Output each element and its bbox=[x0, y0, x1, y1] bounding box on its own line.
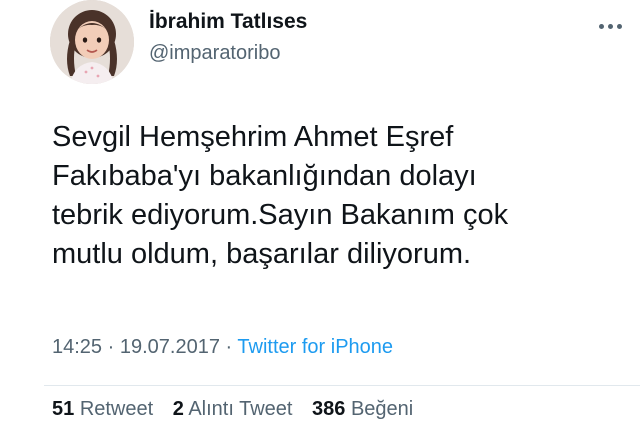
retweet-label: Retweet bbox=[79, 398, 154, 420]
more-options-icon[interactable] bbox=[592, 14, 628, 38]
tweet-text-line: Fakıbaba'yı bakanlığından dolayı bbox=[52, 160, 477, 192]
display-name[interactable]: İbrahim Tatlıses bbox=[149, 10, 307, 34]
tweet-text-line: mutlu oldum, başarılar diliyorum. bbox=[52, 238, 472, 270]
meta-separator: · bbox=[107, 336, 115, 358]
tweet-text-line: Sevgil Hemşehrim Ahmet Eşref bbox=[52, 121, 454, 153]
like-label: Beğeni bbox=[350, 398, 414, 420]
divider bbox=[44, 385, 640, 386]
more-dot bbox=[607, 23, 613, 29]
tweet-date[interactable]: 19.07.2017 bbox=[120, 336, 220, 358]
meta-separator: · bbox=[225, 336, 233, 358]
like-number: 386 bbox=[312, 398, 346, 420]
tweet-source-link[interactable]: Twitter for iPhone bbox=[237, 336, 393, 358]
tweet-text: Sevgil Hemşehrim Ahmet Eşref Fakıbaba'yı… bbox=[52, 118, 612, 274]
tweet-card: İbrahim Tatlıses @imparatoribo Sevgil He… bbox=[0, 0, 640, 420]
tweet-time[interactable]: 14:25 bbox=[52, 336, 102, 358]
quote-number: 2 bbox=[172, 398, 184, 420]
user-handle[interactable]: @imparatoribo bbox=[149, 42, 280, 65]
tweet-stats: 51 Retweet 2 Alıntı Tweet 386 Beğeni bbox=[52, 398, 427, 421]
like-count[interactable]: 386 Beğeni bbox=[312, 398, 413, 420]
more-dot bbox=[598, 23, 604, 29]
quote-tweet-count[interactable]: 2 Alıntı Tweet bbox=[173, 398, 293, 420]
avatar[interactable] bbox=[50, 0, 134, 84]
quote-label: Alıntı Tweet bbox=[188, 398, 293, 420]
tweet-meta: 14:25 · 19.07.2017 · Twitter for iPhone bbox=[52, 336, 393, 359]
more-dot bbox=[616, 23, 622, 29]
retweet-number: 51 bbox=[52, 398, 75, 420]
tweet-text-line: tebrik ediyorum.Sayın Bakanım çok bbox=[52, 199, 509, 231]
avatar-photo bbox=[50, 0, 134, 84]
retweet-count[interactable]: 51 Retweet bbox=[52, 398, 153, 420]
